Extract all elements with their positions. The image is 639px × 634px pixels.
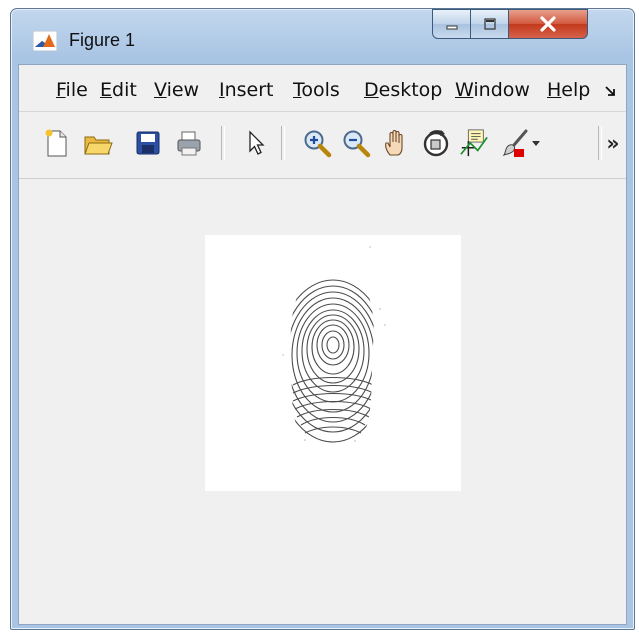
menu-help[interactable]: Help [547,79,590,101]
pan-button[interactable] [381,126,411,160]
title-bar[interactable]: Figure 1 [11,9,634,63]
maximize-button[interactable] [470,9,509,39]
save-figure-button[interactable] [133,126,163,160]
maximize-icon [483,18,496,30]
toolbar-separator [281,126,285,160]
window-title: Figure 1 [69,30,136,50]
figure-client-area: File Edit View Insert Tools Desktop Wind… [18,64,627,625]
edit-plot-pointer-icon [249,130,265,155]
new-figure-icon [45,129,67,157]
menu-edit[interactable]: Edit [100,79,137,101]
rotate-3d-icon [423,130,449,157]
open-file-button[interactable] [83,126,113,160]
toolbar-overflow-button[interactable]: » [603,126,623,160]
menu-view[interactable]: View [154,79,199,101]
brush-dropdown-button[interactable] [528,126,544,160]
toolbar-separator [221,126,225,160]
image-axes[interactable] [205,235,461,491]
brush-dropdown-icon [532,141,540,146]
zoom-out-button[interactable] [341,126,371,160]
edit-plot-button[interactable] [241,126,271,160]
chevron-down-right-icon[interactable] [605,85,617,99]
rotate-3d-button[interactable] [421,126,451,160]
zoom-in-button[interactable] [302,126,332,160]
menu-insert[interactable]: Insert [219,79,280,101]
brush-icon [502,129,528,157]
save-figure-icon [136,131,160,155]
fingerprint-image [282,246,386,443]
pan-hand-icon [385,129,403,156]
brush-button[interactable] [500,126,530,160]
zoom-in-icon [304,130,332,158]
new-figure-button[interactable] [41,126,71,160]
menu-tools[interactable]: Tools [293,79,349,101]
figure-window: Figure 1 File Edit View Insert Tools Des… [10,8,635,630]
close-icon [540,16,556,32]
print-figure-icon [177,131,201,156]
menu-file[interactable]: File [56,79,88,101]
close-button[interactable] [508,9,588,39]
data-cursor-icon [460,129,488,157]
zoom-out-icon [343,130,371,158]
figure-canvas[interactable] [19,179,626,624]
minimize-icon [446,25,457,30]
toolbar-separator [598,126,602,160]
matlab-icon [33,31,57,51]
minimize-button[interactable] [432,9,471,39]
menu-bar: File Edit View Insert Tools Desktop Wind… [19,65,626,112]
print-figure-button[interactable] [174,126,204,160]
toolbar-overflow-icon: » [606,131,620,155]
figure-toolbar: » [19,112,626,179]
menu-desktop[interactable]: Desktop [364,79,446,101]
open-file-icon [84,136,113,155]
menu-window[interactable]: Window [455,79,537,101]
data-cursor-button[interactable] [459,126,489,160]
